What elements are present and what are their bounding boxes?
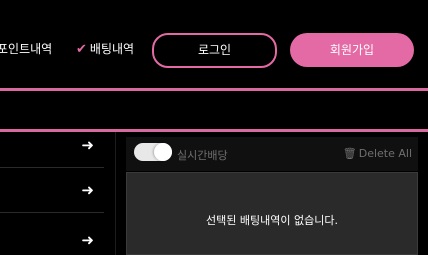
top-header: 포인트내역 ✔ 배팅내역 로그인 회원가입 — [0, 0, 428, 88]
empty-betslip-message: 선택된 배팅내역이 없습니다. — [206, 214, 338, 227]
login-button[interactable]: 로그인 — [152, 33, 277, 68]
nav-bet-history-label: 배팅내역 — [89, 42, 135, 56]
arrow-right-icon: ➜ — [81, 135, 94, 154]
arrow-right-icon: ➜ — [81, 230, 94, 249]
signup-button[interactable]: 회원가입 — [290, 33, 414, 67]
delete-all-button[interactable]: 🗑 Delete All — [343, 147, 412, 160]
check-icon: ✔ — [76, 42, 87, 57]
betslip-body: 선택된 배팅내역이 없습니다. — [126, 172, 418, 255]
page: 포인트내역 ✔ 배팅내역 로그인 회원가입 ➜ ➜ ➜ 실시간배당 🗑 Delete… — [0, 0, 428, 255]
toggle-knob — [154, 143, 172, 161]
nav-point-history[interactable]: 포인트내역 — [0, 40, 52, 57]
left-menu: ➜ ➜ ➜ — [0, 132, 104, 255]
menu-item[interactable]: ➜ — [0, 167, 104, 213]
arrow-right-icon: ➜ — [81, 180, 94, 199]
betslip-header: 실시간배당 🗑 Delete All — [126, 137, 418, 171]
delete-all-label: Delete All — [358, 147, 412, 160]
live-odds-label: 실시간배당 — [177, 149, 228, 162]
header-divider — [0, 88, 428, 91]
nav-bet-history[interactable]: ✔ 배팅내역 — [76, 40, 134, 57]
column-divider — [115, 132, 116, 255]
live-odds-toggle[interactable] — [134, 143, 172, 161]
menu-item[interactable]: ➜ — [0, 122, 104, 168]
menu-item[interactable]: ➜ — [0, 217, 104, 255]
trash-icon: 🗑 — [342, 147, 357, 160]
